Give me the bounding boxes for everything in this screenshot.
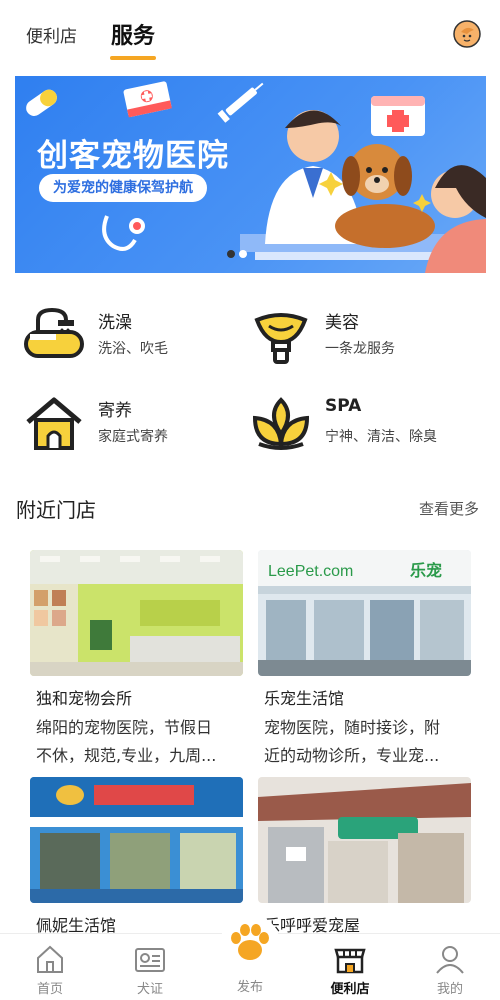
service-subtitle: 洗浴、吹毛: [98, 341, 168, 357]
view-more-link[interactable]: 查看更多: [419, 498, 479, 519]
nav-mine[interactable]: 我的: [400, 934, 500, 1000]
user-icon: [436, 946, 464, 974]
publish-button[interactable]: [220, 914, 280, 974]
store-icon: [334, 948, 366, 974]
nav-home[interactable]: 首页: [0, 934, 100, 1000]
nav-dog-license[interactable]: 犬证: [100, 934, 200, 1000]
service-title: SPA: [325, 396, 362, 416]
tab-service[interactable]: 服务: [111, 18, 155, 50]
store-photo: LeePet.com 乐宠: [258, 550, 471, 676]
lotus-icon: [252, 397, 310, 450]
nav-label: 犬证: [136, 982, 163, 997]
nav-convenience-store[interactable]: 便利店: [300, 934, 400, 1000]
top-tab-bar: 便利店 服务: [0, 0, 500, 70]
store-photo: [258, 777, 471, 903]
carousel-dot-active[interactable]: [227, 250, 235, 258]
nav-label: 我的: [436, 982, 463, 997]
promo-banner[interactable]: 创客宠物医院 为爱宠的健康保驾护航: [15, 76, 486, 273]
service-bath[interactable]: 洗澡 洗浴、吹毛: [24, 306, 254, 376]
store-description: 宠物医院，随时接诊，附 近的动物诊所，专业宠...: [264, 718, 441, 765]
banner-title: 创客宠物医院: [37, 138, 229, 174]
store-photo: [30, 550, 243, 676]
service-title: 洗澡: [98, 313, 132, 333]
store-photo: [30, 777, 243, 903]
store-card[interactable]: LeePet.com 乐宠 乐宠生活馆 宠物医院，随时接诊，附 近的动物诊所，专…: [258, 550, 471, 770]
svg-text:乐宠: 乐宠: [410, 561, 442, 580]
bath-icon: [24, 307, 84, 358]
store-name: 乐宠生活馆: [264, 689, 345, 708]
nav-label: 发布: [236, 980, 263, 995]
grooming-icon: [254, 313, 308, 364]
home-icon: [37, 945, 63, 973]
service-subtitle: 宁神、清洁、除臭: [325, 429, 437, 445]
svg-text:LeePet.com: LeePet.com: [268, 563, 353, 580]
nav-label: 首页: [36, 982, 63, 997]
store-name: 独和宠物会所: [36, 689, 133, 708]
service-spa[interactable]: SPA 宁神、清洁、除臭: [251, 394, 481, 464]
service-subtitle: 一条龙服务: [325, 341, 395, 357]
avatar-icon[interactable]: [453, 20, 481, 48]
active-tab-indicator: [110, 56, 156, 60]
id-card-icon: [135, 948, 165, 972]
nearby-stores-title: 附近门店: [16, 498, 96, 522]
store-description: 绵阳的宠物医院，节假日 不休，规范,专业，九周...: [36, 718, 217, 765]
banner-subtitle: 为爱宠的健康保驾护航: [39, 174, 207, 202]
carousel-dot[interactable]: [239, 250, 247, 258]
service-title: 寄养: [98, 401, 132, 421]
store-card[interactable]: 独和宠物会所 绵阳的宠物医院，节假日 不休，规范,专业，九周...: [30, 550, 243, 770]
nav-label: 便利店: [330, 982, 370, 997]
paw-icon: [222, 916, 278, 972]
store-card[interactable]: 乐呼呼爱宠屋: [258, 777, 471, 937]
service-grooming[interactable]: 美容 一条龙服务: [251, 306, 481, 376]
service-subtitle: 家庭式寄养: [98, 429, 168, 445]
service-title: 美容: [325, 313, 359, 333]
tab-convenience-store[interactable]: 便利店: [26, 22, 77, 47]
store-card[interactable]: 佩妮生活馆: [30, 777, 243, 937]
service-boarding[interactable]: 寄养 家庭式寄养: [24, 394, 254, 464]
house-icon: [26, 397, 82, 450]
